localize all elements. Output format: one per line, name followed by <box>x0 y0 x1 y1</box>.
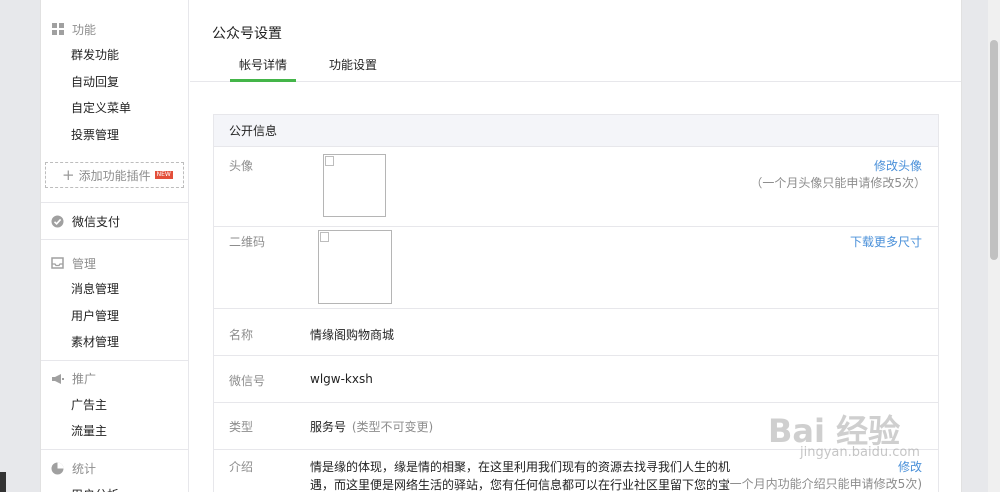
tab-bar: 帐号详情 功能设置 <box>190 48 961 82</box>
sidebar-item-publisher[interactable]: 流量主 <box>41 418 188 445</box>
name-row: 名称 情缘阁购物商城 <box>214 309 938 356</box>
wechat-id-row: 微信号 wlgw-kxsh <box>214 356 938 403</box>
page-scrollbar[interactable] <box>988 0 1000 492</box>
sidebar-item-wechat-pay[interactable]: 微信支付 <box>41 208 188 234</box>
avatar-label: 头像 <box>229 159 254 173</box>
grid-icon <box>51 23 64 36</box>
add-plugin-button[interactable]: + 添加功能插件 NEW <box>45 162 184 188</box>
left-edge-marker <box>0 472 6 492</box>
sidebar: 功能 群发功能 自动回复 自定义菜单 投票管理 + 添加功能插件 NEW 微信支… <box>41 0 189 492</box>
sidebar-section-pay: 微信支付 <box>41 203 188 240</box>
edit-intro-link[interactable]: 修改 <box>898 458 922 475</box>
pie-chart-icon <box>51 462 64 475</box>
type-note: (类型不可变更) <box>351 420 434 434</box>
type-label: 类型 <box>229 420 254 434</box>
wechat-pay-icon <box>51 215 64 228</box>
change-avatar-link[interactable]: 修改头像 <box>874 157 922 174</box>
broken-image-icon <box>325 156 334 166</box>
inbox-icon <box>51 257 64 270</box>
tab-feature-settings[interactable]: 功能设置 <box>320 48 386 82</box>
sidebar-section-promo: 推广 广告主 流量主 <box>41 361 188 450</box>
sidebar-head-promo: 推广 <box>41 366 188 392</box>
plus-icon: + <box>62 166 75 184</box>
sidebar-item-advertiser[interactable]: 广告主 <box>41 392 188 419</box>
intro-value: 情是缘的体现，缘是情的相聚，在这里利用我们现有的资源去找寻我们人生的机遇，而这里… <box>310 460 731 492</box>
sidebar-section-stats: 统计 用户分析 <box>41 450 188 492</box>
intro-note: (一个月内功能介绍只能申请修改5次) <box>725 477 922 491</box>
wechat-id-label: 微信号 <box>229 374 266 388</box>
download-sizes-link[interactable]: 下载更多尺寸 <box>850 233 922 250</box>
qrcode-image <box>318 230 392 304</box>
sidebar-item-custom-menu[interactable]: 自定义菜单 <box>41 95 188 122</box>
megaphone-icon <box>51 372 64 385</box>
sidebar-head-label: 功能 <box>72 22 97 37</box>
wechat-id-value: wlgw-kxsh <box>310 372 373 386</box>
add-plugin-label: 添加功能插件 <box>78 168 151 183</box>
avatar-row: 头像 修改头像 （一个月头像只能申请修改5次） <box>214 147 938 227</box>
sidebar-head-feature: 功能 <box>41 16 188 42</box>
sidebar-head-stats: 统计 <box>41 456 188 482</box>
sidebar-item-users[interactable]: 用户管理 <box>41 303 188 330</box>
sidebar-head-manage: 管理 <box>41 250 188 276</box>
broken-image-icon <box>320 232 329 242</box>
page-title: 公众号设置 <box>212 26 282 42</box>
sidebar-head-label: 微信支付 <box>72 214 121 229</box>
new-badge: NEW <box>154 171 173 179</box>
sidebar-item-mass-send[interactable]: 群发功能 <box>41 42 188 69</box>
intro-label: 介绍 <box>229 460 254 474</box>
qrcode-label: 二维码 <box>229 235 266 249</box>
qrcode-row: 二维码 下载更多尺寸 <box>214 227 938 309</box>
type-value: 服务号 (类型不可变更) <box>310 418 433 435</box>
tab-account-details[interactable]: 帐号详情 <box>230 48 296 82</box>
type-value-text: 服务号 <box>310 420 347 434</box>
sidebar-head-label: 管理 <box>72 256 97 271</box>
avatar-note: （一个月头像只能申请修改5次） <box>750 176 926 190</box>
sidebar-item-auto-reply[interactable]: 自动回复 <box>41 69 188 96</box>
sidebar-section-manage: 管理 消息管理 用户管理 素材管理 <box>41 240 188 361</box>
sidebar-item-materials[interactable]: 素材管理 <box>41 329 188 356</box>
card-title: 公开信息 <box>214 115 938 147</box>
sidebar-item-user-analysis[interactable]: 用户分析 <box>41 482 188 492</box>
sidebar-head-label: 统计 <box>72 462 97 476</box>
sidebar-item-messages[interactable]: 消息管理 <box>41 276 188 303</box>
avatar-image <box>323 154 386 217</box>
sidebar-head-label: 推广 <box>72 372 97 386</box>
sidebar-section-feature: 功能 群发功能 自动回复 自定义菜单 投票管理 + 添加功能插件 NEW <box>41 0 188 203</box>
name-value: 情缘阁购物商城 <box>310 328 395 342</box>
watermark-url: jingyan.baidu.com <box>800 445 920 460</box>
scrollbar-thumb[interactable] <box>990 40 998 260</box>
sidebar-item-vote[interactable]: 投票管理 <box>41 122 188 149</box>
name-label: 名称 <box>229 328 254 342</box>
